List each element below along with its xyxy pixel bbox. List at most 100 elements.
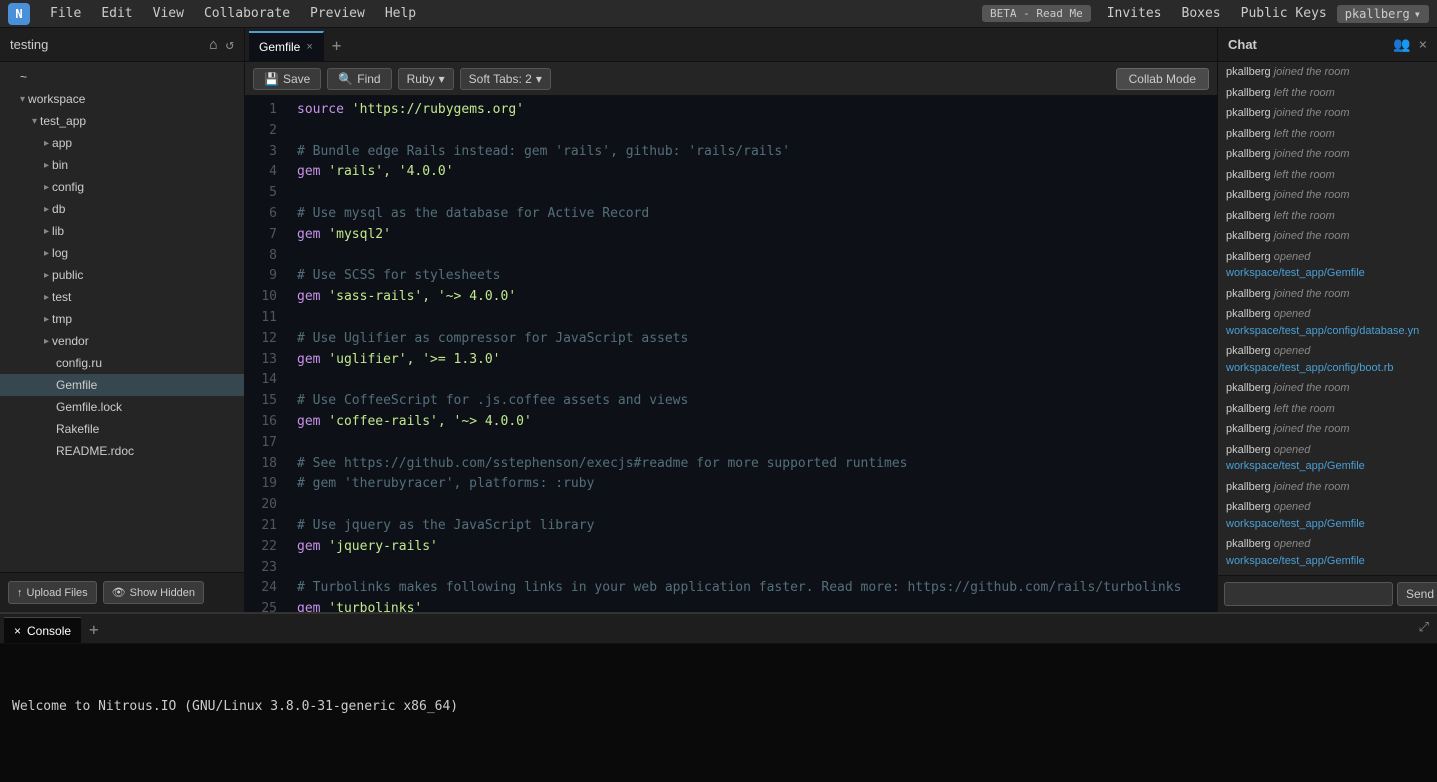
tab-close-icon[interactable]: × (306, 41, 312, 53)
language-label: Ruby (407, 72, 435, 86)
beta-button[interactable]: BETA - Read Me (982, 5, 1091, 22)
tree-item-bin[interactable]: ▸bin (0, 154, 244, 176)
tree-label: db (52, 202, 65, 216)
chat-action: opened (1274, 501, 1311, 513)
console-content[interactable]: Welcome to Nitrous.IO (GNU/Linux 3.8.0-3… (0, 644, 1437, 782)
console-close-icon[interactable]: × (14, 624, 21, 638)
chat-link[interactable]: workspace/test_app/config/database.yn (1226, 325, 1419, 337)
tree-item-tmp[interactable]: ▸tmp (0, 308, 244, 330)
menu-collaborate[interactable]: Collaborate (194, 0, 300, 28)
line-number-11: 11 (245, 308, 277, 329)
tree-label: Gemfile (56, 378, 97, 392)
public-keys-button[interactable]: Public Keys (1231, 0, 1337, 28)
tree-label: config.ru (56, 356, 102, 370)
tree-item-app[interactable]: ▸app (0, 132, 244, 154)
code-line-23 (297, 558, 1217, 579)
code-content[interactable]: source 'https://rubygems.org' # Bundle e… (285, 96, 1217, 612)
line-number-15: 15 (245, 391, 277, 412)
tree-label: vendor (52, 334, 89, 348)
chat-action: joined the room (1274, 107, 1350, 119)
chat-input[interactable] (1224, 582, 1393, 606)
chat-message-18: pkallberg openedworkspace/test_app/Gemfi… (1226, 497, 1429, 534)
console-maximize-button[interactable]: ⤢ (1411, 613, 1437, 643)
console-tab-label: Console (27, 624, 71, 638)
tree-arrow-icon: ▾ (20, 94, 25, 105)
tree-item-vendor[interactable]: ▸vendor (0, 330, 244, 352)
tree-item-~[interactable]: ~ (0, 66, 244, 88)
show-hidden-button[interactable]: 👁 Show Hidden (103, 581, 204, 604)
chat-username: pkallberg (1226, 481, 1271, 493)
tree-label: README.rdoc (56, 444, 134, 458)
chat-username: pkallberg (1226, 403, 1271, 415)
upload-files-button[interactable]: ↑ Upload Files (8, 581, 97, 604)
tree-item-public[interactable]: ▸public (0, 264, 244, 286)
language-dropdown[interactable]: Ruby ▾ (398, 68, 454, 90)
chat-username: pkallberg (1226, 251, 1271, 263)
sidebar-header: testing ⌂ ↺ (0, 28, 244, 62)
menu-view[interactable]: View (143, 0, 194, 28)
chat-link[interactable]: workspace/test_app/Gemfile (1226, 267, 1365, 279)
tab-gemfile[interactable]: Gemfile × (249, 31, 324, 61)
tree-item-config-ru[interactable]: config.ru (0, 352, 244, 374)
code-line-14 (297, 370, 1217, 391)
chat-username: pkallberg (1226, 66, 1271, 78)
chat-message-12: pkallberg openedworkspace/test_app/confi… (1226, 341, 1429, 378)
tree-item-workspace[interactable]: ▾workspace (0, 88, 244, 110)
refresh-icon[interactable]: ↺ (226, 37, 234, 53)
menu-edit[interactable]: Edit (91, 0, 142, 28)
boxes-button[interactable]: Boxes (1172, 0, 1231, 28)
home-icon[interactable]: ⌂ (209, 37, 217, 53)
chat-close-icon[interactable]: × (1419, 37, 1427, 53)
tree-item-gemfile-lock[interactable]: Gemfile.lock (0, 396, 244, 418)
chat-message-6: pkallberg joined the room (1226, 185, 1429, 206)
chat-username: pkallberg (1226, 288, 1271, 300)
main-area: testing ⌂ ↺ ~▾workspace▾test_app▸app▸bin… (0, 28, 1437, 612)
chat-link[interactable]: workspace/test_app/config/boot.rb (1226, 362, 1394, 374)
code-line-7: gem 'mysql2' (297, 225, 1217, 246)
tree-item-readme-rdoc[interactable]: README.rdoc (0, 440, 244, 462)
app-logo[interactable]: N (8, 3, 30, 25)
chat-username: pkallberg (1226, 382, 1271, 394)
console-tab-add-button[interactable]: + (81, 617, 107, 643)
chat-link[interactable]: workspace/test_app/Gemfile (1226, 555, 1365, 567)
code-editor[interactable]: 1234567891011121314151617181920212223242… (245, 96, 1217, 612)
chat-link[interactable]: workspace/test_app/Gemfile (1226, 518, 1365, 530)
line-number-14: 14 (245, 370, 277, 391)
tree-label: tmp (52, 312, 72, 326)
chat-username: pkallberg (1226, 87, 1271, 99)
chat-users-icon[interactable]: 👥 (1393, 37, 1410, 53)
tabs-dropdown[interactable]: Soft Tabs: 2 ▾ (460, 68, 551, 90)
tree-item-rakefile[interactable]: Rakefile (0, 418, 244, 440)
chat-username: pkallberg (1226, 230, 1271, 242)
invites-button[interactable]: Invites (1097, 0, 1172, 28)
tree-item-lib[interactable]: ▸lib (0, 220, 244, 242)
chat-send-button[interactable]: Send (1397, 582, 1437, 606)
code-line-17 (297, 433, 1217, 454)
tree-arrow-icon: ▸ (44, 314, 49, 325)
tree-arrow-icon: ▸ (44, 292, 49, 303)
tree-item-log[interactable]: ▸log (0, 242, 244, 264)
user-menu-button[interactable]: pkallberg ▾ (1337, 5, 1429, 23)
menu-preview[interactable]: Preview (300, 0, 375, 28)
menu-file[interactable]: File (40, 0, 91, 28)
code-line-5 (297, 183, 1217, 204)
console-tab[interactable]: × Console (4, 617, 81, 643)
tree-item-gemfile[interactable]: Gemfile (0, 374, 244, 396)
save-button[interactable]: 💾 Save (253, 68, 321, 90)
tree-label: test (52, 290, 71, 304)
tree-item-test_app[interactable]: ▾test_app (0, 110, 244, 132)
file-tree: ~▾workspace▾test_app▸app▸bin▸config▸db▸l… (0, 62, 244, 572)
collab-mode-button[interactable]: Collab Mode (1116, 68, 1209, 90)
tree-item-db[interactable]: ▸db (0, 198, 244, 220)
menu-help[interactable]: Help (375, 0, 426, 28)
tree-item-test[interactable]: ▸test (0, 286, 244, 308)
chat-link[interactable]: workspace/test_app/Gemfile (1226, 460, 1365, 472)
console-welcome-line: Welcome to Nitrous.IO (GNU/Linux 3.8.0-3… (12, 696, 1425, 718)
find-button[interactable]: 🔍 Find (327, 68, 391, 90)
chat-message-11: pkallberg openedworkspace/test_app/confi… (1226, 304, 1429, 341)
tab-add-button[interactable]: + (324, 31, 350, 61)
chat-messages: pkallberg joined the roompkallberg left … (1218, 62, 1437, 575)
tree-item-config[interactable]: ▸config (0, 176, 244, 198)
chat-action: left the room (1274, 403, 1335, 415)
tab-gemfile-label: Gemfile (259, 40, 300, 54)
